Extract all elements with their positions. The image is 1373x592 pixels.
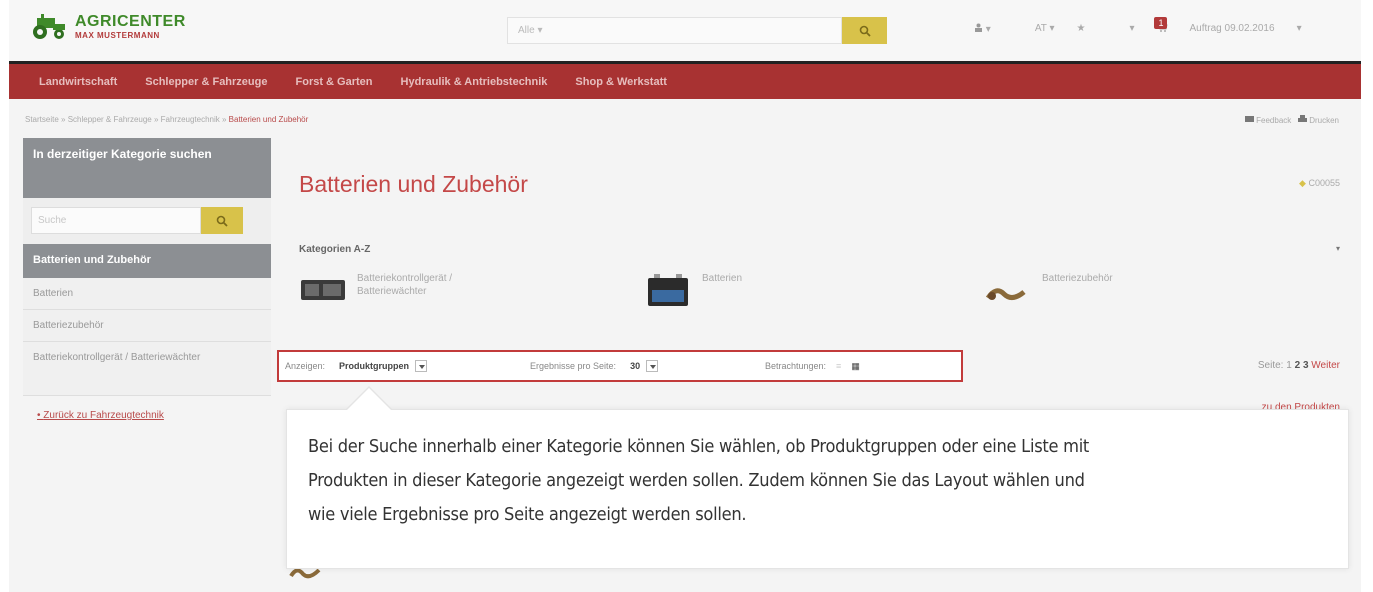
tractor-logo-icon	[33, 14, 65, 39]
categories-toggle[interactable]: ▾	[1336, 244, 1340, 253]
user-menu-caret: ▾	[985, 23, 991, 35]
category-tile[interactable]: Batteriezubehör	[984, 272, 1162, 308]
sidebar-search-input[interactable]: Suche	[31, 207, 201, 234]
sidebar-back-link[interactable]: • Zurück zu Fahrzeugtechnik	[23, 396, 271, 435]
brand-owner: MAX MUSTERMANN	[75, 31, 160, 40]
search-button[interactable]	[842, 17, 887, 44]
pagination-label: Seite:	[1257, 360, 1284, 371]
favorites-caret[interactable]: ▾	[1129, 23, 1134, 34]
nav-item-schlepper[interactable]: Schlepper & Fahrzeuge	[145, 76, 267, 88]
view-group: Betrachtungen: ≡ ▦	[765, 361, 860, 372]
user-menu[interactable]: ▾	[974, 23, 1013, 35]
nav-item-shop[interactable]: Shop & Werkstatt	[575, 76, 666, 88]
list-view-icon[interactable]: ≡	[836, 361, 841, 371]
battery-accessory-image	[985, 288, 1026, 300]
show-mode-dropdown[interactable]	[415, 360, 428, 372]
help-callout-line: Produkten in dieser Kategorie angezeigt …	[308, 471, 1085, 491]
page: AGRICENTER MAX MUSTERMANN Alle ▾ ▾ AT ▾ …	[9, 0, 1361, 592]
search-icon	[859, 25, 871, 37]
nav-item-forst[interactable]: Forst & Garten	[296, 76, 373, 88]
nav-item-landwirtschaft[interactable]: Landwirtschaft	[39, 76, 117, 88]
sidebar-back-label: Zurück zu Fahrzeugtechnik	[43, 410, 164, 421]
breadcrumb: Startseite » Schlepper & Fahrzeuge » Fah…	[25, 115, 308, 124]
star-icon: ★	[1076, 23, 1086, 34]
sidebar-item-batteriezubehoer[interactable]: Batteriezubehör	[23, 310, 271, 342]
view-label: Betrachtungen:	[765, 361, 827, 371]
show-mode-group: Anzeigen: Produktgruppen	[285, 360, 530, 372]
pagination: Seite: 1 2 3 Weiter	[1258, 360, 1340, 371]
sidebar-search-button[interactable]	[201, 207, 243, 234]
per-page-label: Ergebnisse pro Seite:	[530, 361, 617, 371]
favorites-menu[interactable]: ★	[1076, 23, 1107, 34]
search-scope-select[interactable]: Alle ▾	[507, 17, 842, 44]
sidebar-search: Suche	[23, 198, 271, 244]
category-code: ◆ C00055	[1299, 178, 1340, 189]
category-tile[interactable]: Batterien	[644, 272, 822, 308]
sidebar-heading: In derzeitiger Kategorie suchen	[23, 138, 271, 198]
cart-count-badge: 1	[1154, 16, 1168, 29]
help-callout: Bei der Suche innerhalb einer Kategorie …	[286, 386, 1349, 569]
battery-image	[648, 274, 688, 306]
breadcrumb-current: Batterien und Zubehör	[228, 115, 309, 124]
order-caret[interactable]: ▾	[1297, 23, 1302, 34]
listing-toolbar: Anzeigen: Produktgruppen Ergebnisse pro …	[277, 350, 963, 382]
sidebar-category: Batterien und Zubehör	[23, 244, 271, 278]
search-icon	[216, 215, 228, 227]
print-link[interactable]: Drucken	[1297, 115, 1339, 125]
sidebar: In derzeitiger Kategorie suchen Suche Ba…	[23, 138, 271, 435]
per-page-group: Ergebnisse pro Seite: 30	[530, 360, 765, 372]
show-mode-label: Anzeigen:	[285, 361, 326, 371]
per-page-dropdown[interactable]	[646, 360, 659, 372]
breadcrumb-path[interactable]: Startseite » Schlepper & Fahrzeuge » Fah…	[25, 115, 229, 124]
battery-monitor-image	[301, 280, 345, 300]
grid-view-icon[interactable]: ▦	[851, 361, 860, 372]
category-tile-label: Batteriezubehör	[1042, 273, 1113, 284]
page-actions: Feedback Drucken	[1244, 115, 1339, 125]
nav-item-hydraulik[interactable]: Hydraulik & Antriebstechnik	[401, 76, 548, 88]
header-search: Alle ▾	[507, 17, 887, 44]
logo[interactable]: AGRICENTER MAX MUSTERMANN	[31, 14, 186, 40]
header-right: ▾ AT ▾ ★ ▾ 1 Auftrag 09.02.2016 ▾	[974, 16, 1324, 35]
category-code-text: C00055	[1308, 178, 1340, 188]
battery-icon: ◆	[1299, 178, 1306, 188]
print-label: Drucken	[1309, 116, 1339, 125]
sidebar-item-batteriekontrollgeraet[interactable]: Batteriekontrollgerät / Batteriewächter	[23, 342, 271, 396]
category-tile-label: Batterien	[702, 273, 743, 284]
user-icon	[975, 23, 982, 32]
main-nav: Landwirtschaft Schlepper & Fahrzeuge For…	[9, 61, 1361, 99]
page-1[interactable]: 1	[1286, 360, 1292, 371]
category-tile[interactable]: Batteriekontrollgerät / Batteriewächter	[299, 272, 477, 308]
categories-az-label: Kategorien A-Z	[299, 244, 371, 255]
help-callout-line: wie viele Ergebnisse pro Seite angezeigt…	[308, 505, 747, 525]
print-icon	[1297, 115, 1307, 122]
language-select[interactable]: AT ▾	[1035, 23, 1055, 34]
per-page-value[interactable]: 30	[630, 361, 640, 371]
page-title: Batterien und Zubehör	[299, 171, 528, 197]
comment-icon	[1244, 116, 1254, 122]
header: AGRICENTER MAX MUSTERMANN Alle ▾ ▾ AT ▾ …	[9, 0, 1361, 61]
feedback-link[interactable]: Feedback	[1244, 116, 1294, 125]
sidebar-item-batterien[interactable]: Batterien	[23, 278, 271, 310]
page-2[interactable]: 2	[1295, 360, 1301, 371]
next-page-link[interactable]: Weiter	[1311, 360, 1340, 371]
show-mode-value[interactable]: Produktgruppen	[339, 361, 409, 371]
order-label[interactable]: Auftrag 09.02.2016	[1189, 23, 1274, 34]
feedback-label: Feedback	[1256, 116, 1292, 125]
help-callout-line: Bei der Suche innerhalb einer Kategorie …	[308, 437, 1090, 457]
page-3[interactable]: 3	[1303, 360, 1309, 371]
brand-name: AGRICENTER	[75, 13, 186, 30]
category-tile-label: Batteriekontrollgerät / Batteriewächter	[357, 273, 453, 297]
